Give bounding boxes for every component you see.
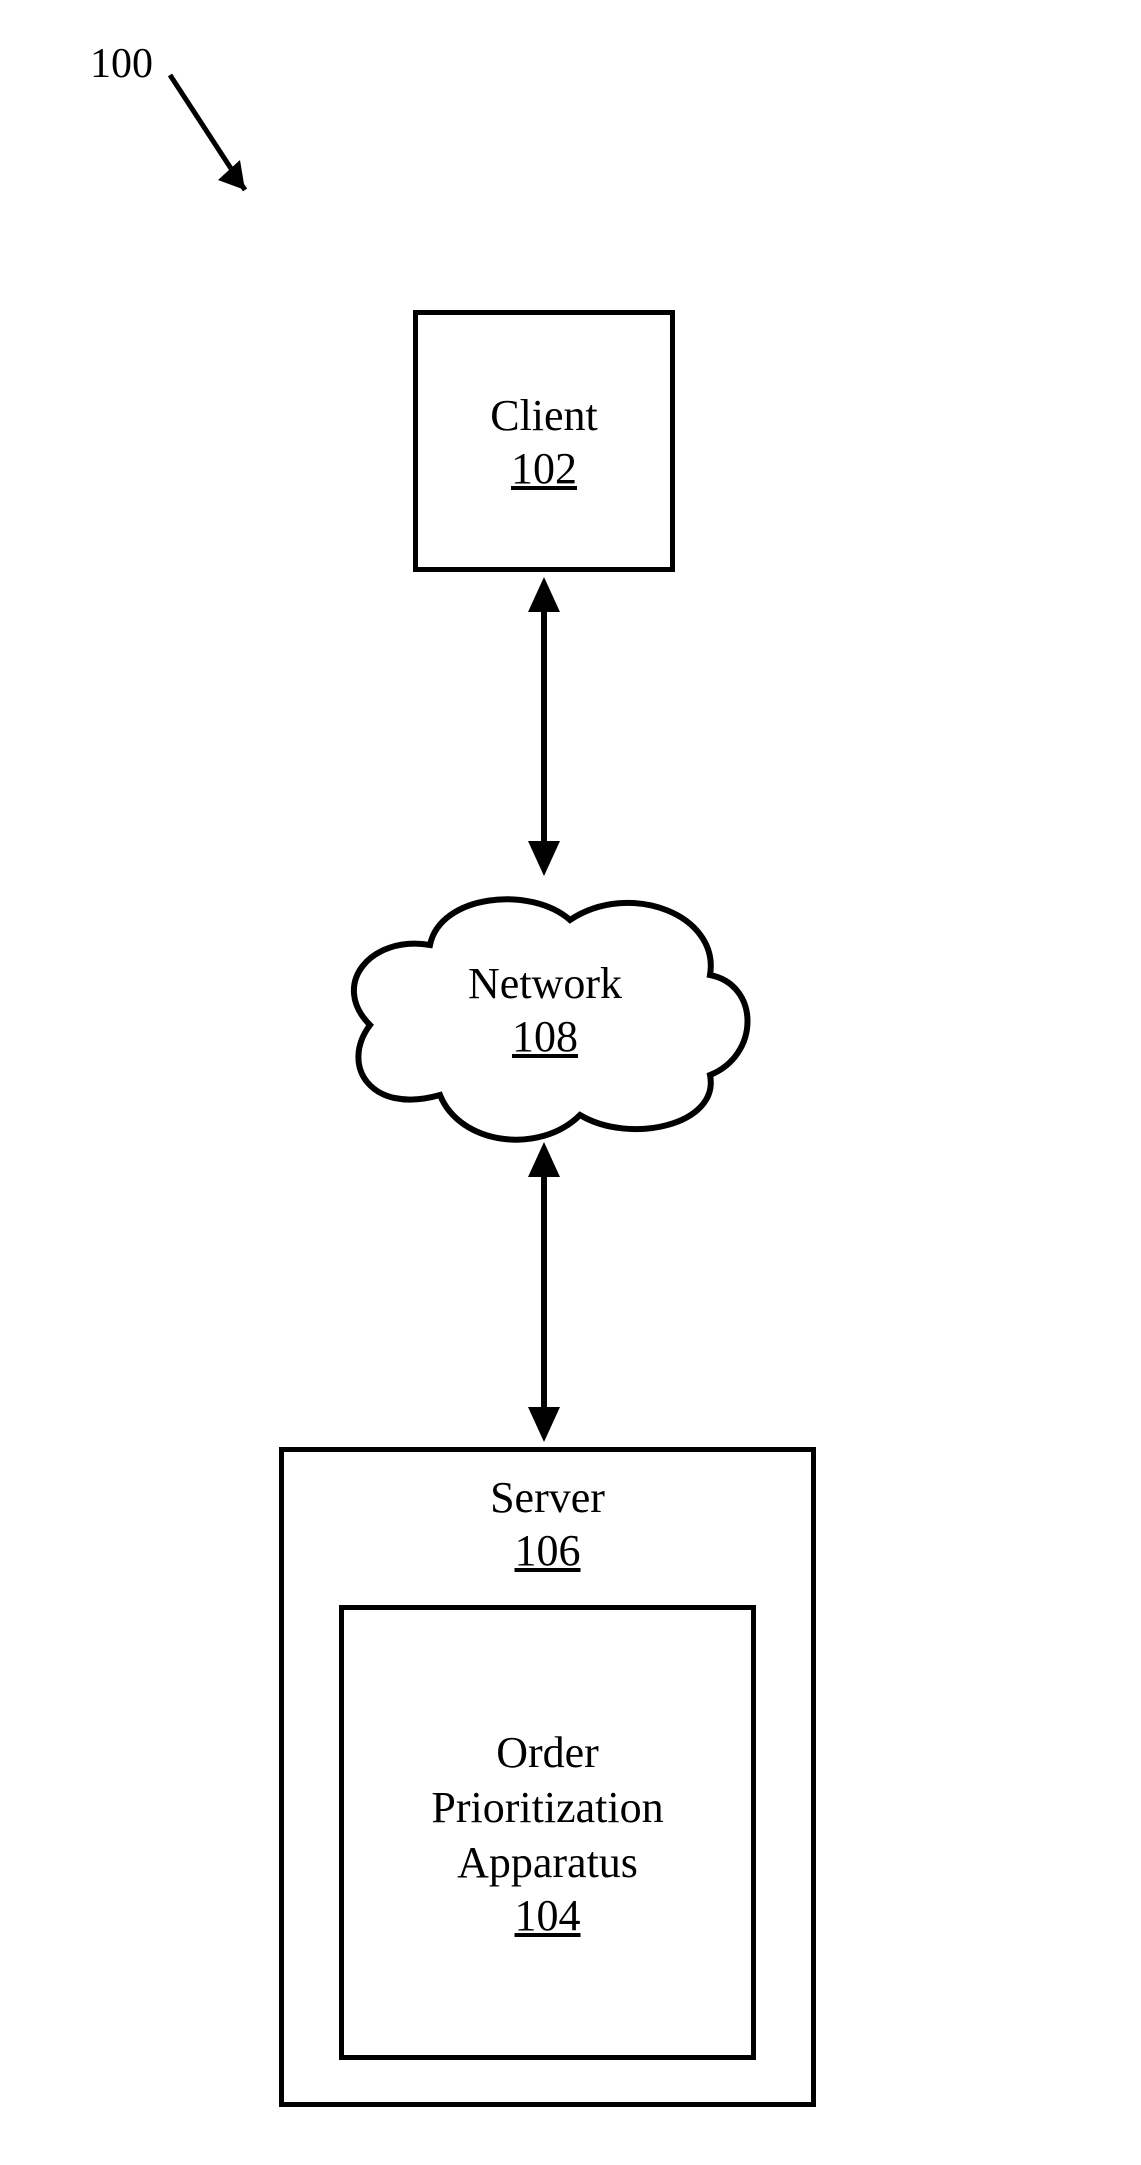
order-prioritization-ref: 104 <box>515 1890 581 1941</box>
diagram-canvas: 100 Client 102 Network 108 Server <box>0 0 1141 2165</box>
order-prioritization-box: Order Prioritization Apparatus 104 <box>339 1605 756 2060</box>
server-label: Server <box>490 1470 605 1525</box>
order-prioritization-label: Order Prioritization Apparatus <box>431 1725 663 1890</box>
server-ref: 106 <box>515 1525 581 1576</box>
